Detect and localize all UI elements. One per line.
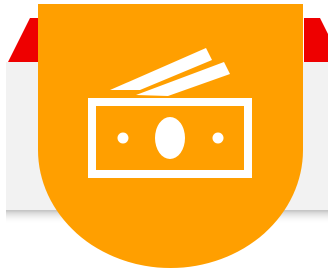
money-badge-banner	[0, 0, 328, 271]
ribbon-right-fold	[304, 18, 328, 62]
banner-graphic	[6, 4, 328, 268]
